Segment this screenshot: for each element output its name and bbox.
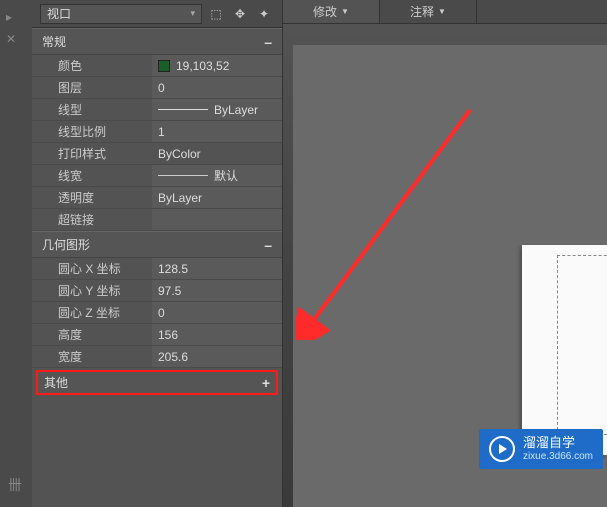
ruler-icon[interactable]: 卌 <box>8 475 22 495</box>
linetype-preview <box>158 109 208 110</box>
select-button[interactable]: ✥ <box>230 4 250 24</box>
collapse-icon: – <box>264 237 272 253</box>
prop-lineweight[interactable]: 线宽 默认 <box>32 165 282 187</box>
properties-panel: 视口 ▾ ⬚ ✥ ✦ 常规 – 颜色 19,103,52 图层 0 线型 ByL… <box>32 0 283 507</box>
prop-transparency[interactable]: 透明度 ByLayer <box>32 187 282 209</box>
watermark-sub: zixue.3d66.com <box>523 451 593 463</box>
prop-linetype[interactable]: 线型 ByLayer <box>32 99 282 121</box>
top-bar: 视口 ▾ ⬚ ✥ ✦ <box>32 0 282 28</box>
dropdown-label: 视口 <box>47 5 71 22</box>
section-misc-title: 其他 <box>44 374 68 391</box>
prop-center-z[interactable]: 圆心 Z 坐标 0 <box>32 302 282 324</box>
chevron-down-icon: ▼ <box>341 7 349 16</box>
prop-ltscale[interactable]: 线型比例 1 <box>32 121 282 143</box>
collapse-icon: – <box>264 34 272 50</box>
palette-icon[interactable]: ▸ <box>6 10 26 24</box>
prop-width[interactable]: 宽度 205.6 <box>32 346 282 368</box>
prop-hyperlink[interactable]: 超链接 <box>32 209 282 231</box>
highlight-button[interactable]: ✦ <box>254 4 274 24</box>
prop-layer[interactable]: 图层 0 <box>32 77 282 99</box>
section-misc[interactable]: 其他 + <box>36 370 278 395</box>
play-icon <box>489 436 515 462</box>
prop-plotstyle[interactable]: 打印样式 ByColor <box>32 143 282 165</box>
prop-center-x[interactable]: 圆心 X 坐标 128.5 <box>32 258 282 280</box>
viewport-outline <box>557 255 607 435</box>
watermark-title: 溜溜自学 <box>523 435 593 451</box>
tab-bar: 修改 ▼ 注释 ▼ <box>283 0 607 24</box>
color-swatch <box>158 60 170 72</box>
chevron-down-icon: ▾ <box>190 8 195 19</box>
section-general-title: 常规 <box>42 33 66 50</box>
section-geometry[interactable]: 几何图形 – <box>32 231 282 258</box>
section-general[interactable]: 常规 – <box>32 28 282 55</box>
prop-height[interactable]: 高度 156 <box>32 324 282 346</box>
watermark: 溜溜自学 zixue.3d66.com <box>479 429 603 469</box>
object-type-dropdown[interactable]: 视口 ▾ <box>40 4 202 24</box>
tab-annotate[interactable]: 注释 ▼ <box>380 0 477 23</box>
chevron-down-icon: ▼ <box>438 7 446 16</box>
lineweight-preview <box>158 175 208 176</box>
section-geometry-title: 几何图形 <box>42 236 90 253</box>
tool-icon[interactable]: ✕ <box>6 32 26 46</box>
quick-select-button[interactable]: ⬚ <box>206 4 226 24</box>
expand-icon: + <box>262 375 270 391</box>
tab-modify[interactable]: 修改 ▼ <box>283 0 380 23</box>
prop-color[interactable]: 颜色 19,103,52 <box>32 55 282 77</box>
prop-center-y[interactable]: 圆心 Y 坐标 97.5 <box>32 280 282 302</box>
